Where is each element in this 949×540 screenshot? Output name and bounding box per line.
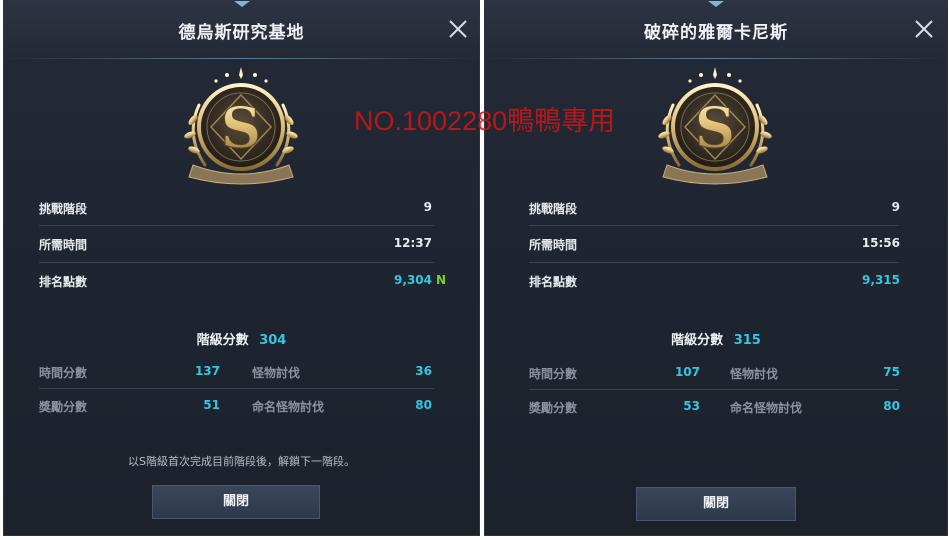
sub-score-label-time: 時間分數: [529, 367, 578, 381]
sub-score-value-monster: 75: [883, 365, 900, 379]
sub-score-label-monster: 怪物討伐: [252, 366, 301, 380]
title-divider: [485, 58, 947, 59]
unlock-hint-text: 以S階級首次完成目前階段後，解鎖下一階段。: [128, 455, 355, 468]
grade-score: 階級分數 304: [4, 329, 479, 348]
sub-score-label-time: 時間分數: [39, 366, 88, 380]
sub-score-value-time: 107: [674, 365, 700, 379]
stat-label-time: 所需時間: [39, 238, 88, 252]
stat-value-time: 15:56: [861, 236, 900, 250]
sub-score-value-monster: 36: [415, 364, 432, 378]
sub-score-label-reward: 獎勵分數: [39, 400, 88, 414]
stat-value-time: 12:37: [393, 236, 432, 250]
stat-divider: [529, 225, 899, 226]
stat-label-stage: 挑戰階段: [39, 202, 88, 216]
sub-score-value-reward: 51: [203, 398, 220, 412]
s-rank-emblem-icon: S: [184, 67, 298, 185]
stat-label-ranking-points: 排名點數: [39, 275, 88, 289]
result-dialog-left: 德烏斯研究基地 S 挑戰階段 9 所需時間 12:37 排名點數 9,304 N…: [3, 0, 480, 536]
s-rank-emblem-icon: S: [658, 67, 772, 185]
svg-text:S: S: [221, 95, 261, 161]
stat-label-time: 所需時間: [529, 238, 578, 252]
stat-value-ranking-points: 9,315: [862, 273, 900, 287]
close-icon[interactable]: [913, 18, 935, 40]
result-dialog-right: 破碎的雅爾卡尼斯 S 挑戰階段 9 所需時間 15:56 排名點數 9,315 …: [484, 0, 948, 536]
sub-score-label-named-monster: 命名怪物討伐: [730, 401, 803, 415]
sub-score-value-time: 137: [194, 364, 220, 378]
sub-score-label-monster: 怪物討伐: [730, 367, 779, 381]
close-icon[interactable]: [447, 18, 469, 40]
stat-label-stage: 挑戰階段: [529, 202, 578, 216]
svg-text:S: S: [695, 95, 735, 161]
sub-score-label-named-monster: 命名怪物討伐: [252, 400, 325, 414]
grade-score-value: 315: [733, 333, 761, 348]
title-divider: [4, 58, 479, 59]
new-record-badge: N: [436, 273, 447, 287]
close-button[interactable]: 關閉: [152, 485, 320, 519]
stat-value-stage: 9: [891, 200, 900, 214]
grade-score-value: 304: [259, 333, 287, 348]
sub-score-label-reward: 獎勵分數: [529, 401, 578, 415]
stat-divider: [529, 262, 899, 263]
stat-divider: [39, 225, 434, 226]
sub-score-value-reward: 53: [683, 399, 700, 413]
sub-score-value-named-monster: 80: [883, 399, 900, 413]
grade-score-label: 階級分數: [196, 333, 249, 348]
grade-score: 階級分數 315: [485, 329, 947, 348]
top-gem-icon: [234, 1, 250, 7]
stat-divider: [39, 262, 434, 263]
stat-value-stage: 9: [423, 200, 432, 214]
sub-score-divider: [39, 388, 434, 389]
stat-value-ranking-points: 9,304: [394, 273, 432, 287]
grade-score-label: 階級分數: [671, 333, 724, 348]
dialog-title: 破碎的雅爾卡尼斯: [644, 23, 788, 43]
top-gem-icon: [708, 1, 724, 7]
stat-label-ranking-points: 排名點數: [529, 275, 578, 289]
dialog-title: 德烏斯研究基地: [178, 23, 305, 43]
sub-score-divider: [529, 389, 899, 390]
dialog-title-bar: 德烏斯研究基地: [4, 1, 479, 59]
close-button[interactable]: 關閉: [636, 487, 796, 521]
sub-score-value-named-monster: 80: [415, 398, 432, 412]
dialog-title-bar: 破碎的雅爾卡尼斯: [485, 1, 947, 59]
